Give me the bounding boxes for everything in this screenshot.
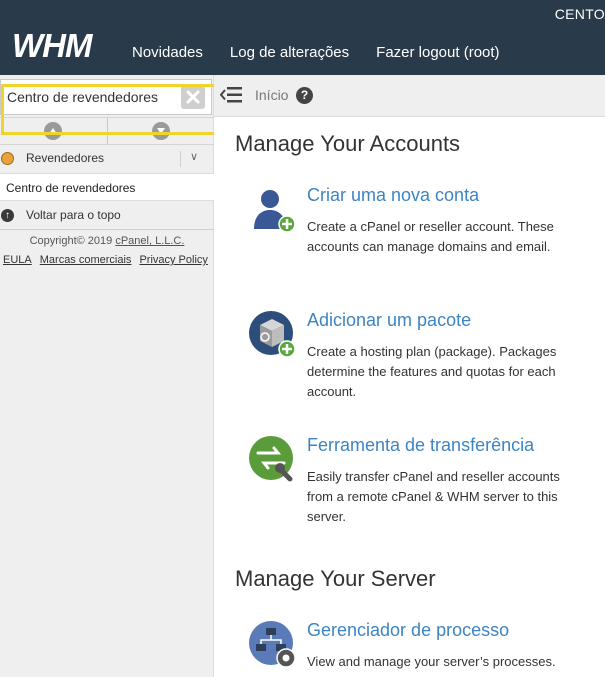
process-manager-icon[interactable] [248, 620, 298, 670]
back-to-top-link[interactable]: ↑ Voltar para o topo [0, 205, 214, 227]
header-top-right-text: CENTO [554, 6, 605, 22]
nav-changelog[interactable]: Log de alterações [230, 44, 349, 61]
chevron-down-icon[interactable]: ∨ [190, 150, 198, 163]
add-package-description: Create a hosting plan (package). Package… [307, 344, 557, 399]
menu-toggle-icon[interactable] [220, 85, 242, 105]
breadcrumb: Início ? [214, 75, 605, 117]
copyright-text: Copyright© 2019 cPanel, L.L.C. [29, 235, 185, 247]
cpanel-link[interactable]: cPanel, L.L.C. [115, 235, 184, 247]
transfer-tool-icon[interactable] [248, 435, 298, 485]
footer-links: EULA Marcas comerciais Privacy Policy [3, 254, 208, 266]
breadcrumb-home[interactable]: Início [255, 87, 288, 103]
transfer-tool-link[interactable]: Ferramenta de transferência [307, 435, 534, 456]
main-content: Manage Your Accounts Criar uma nova cont… [214, 117, 605, 677]
user-add-icon[interactable] [248, 185, 298, 235]
top-nav: Novidades Log de alterações Fazer logout… [132, 44, 500, 61]
back-to-top-label: Voltar para o topo [26, 208, 121, 222]
whm-logo[interactable]: WHM [12, 28, 112, 62]
sidebar-category-revendedores[interactable]: Revendedores ∨ [0, 147, 214, 171]
help-icon[interactable]: ? [296, 87, 313, 104]
create-account-description: Create a cPanel or reseller account. The… [307, 219, 554, 254]
transfer-tool-description: Easily transfer cPanel and reseller acco… [307, 469, 560, 524]
highlight-box [1, 84, 228, 135]
nav-logout[interactable]: Fazer logout (root) [376, 44, 499, 61]
add-package-link[interactable]: Adicionar um pacote [307, 310, 471, 331]
sidebar-category-label: Revendedores [26, 151, 105, 165]
create-account-link[interactable]: Criar uma nova conta [307, 185, 479, 206]
divider [0, 229, 214, 230]
sidebar-item-label: Centro de revendedores [6, 181, 136, 195]
sidebar: Revendedores ∨ Centro de revendedores ↑ … [0, 75, 214, 677]
resellers-icon [1, 152, 14, 165]
privacy-policy-link[interactable]: Privacy Policy [139, 254, 207, 266]
top-header: CENTO WHM Novidades Log de alterações Fa… [0, 0, 605, 75]
process-manager-link[interactable]: Gerenciador de processo [307, 620, 509, 641]
divider [180, 151, 181, 167]
section-title-accounts: Manage Your Accounts [235, 131, 461, 156]
nav-novidades[interactable]: Novidades [132, 44, 203, 61]
sidebar-item-reseller-center[interactable]: Centro de revendedores [0, 173, 214, 201]
process-manager-description: View and manage your server’s processes. [307, 654, 556, 669]
section-title-server: Manage Your Server [235, 566, 436, 591]
svg-text:WHM: WHM [12, 28, 94, 62]
arrow-up-icon: ↑ [1, 209, 14, 222]
trademarks-link[interactable]: Marcas comerciais [40, 254, 132, 266]
eula-link[interactable]: EULA [3, 254, 32, 266]
package-add-icon[interactable] [248, 310, 298, 360]
